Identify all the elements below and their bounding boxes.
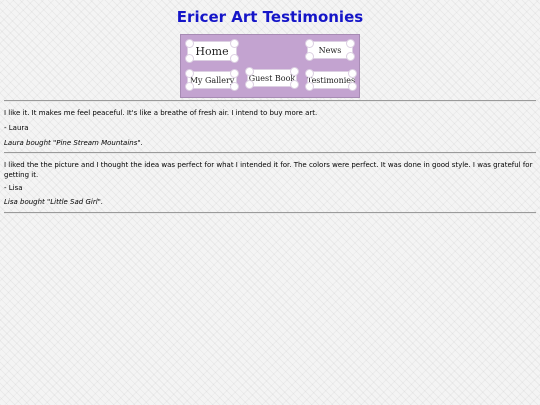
testimony-quote: I like it. It makes me feel peaceful. It… (4, 109, 318, 117)
nav-testimonies-button[interactable]: Testimonies (305, 69, 357, 91)
nav-panel: Home News My Gallery Guest Book Testimon… (180, 34, 360, 98)
nav-guestbook-button[interactable]: Guest Book (245, 67, 299, 89)
nav-home-label: Home (195, 44, 229, 58)
nav-news-label: News (318, 45, 342, 55)
nav-news-button[interactable]: News (305, 39, 355, 61)
testimony-purchase: Lisa bought "Little Sad Girl". (4, 198, 104, 206)
nav-gallery-button[interactable]: My Gallery (185, 69, 239, 91)
divider (4, 212, 536, 214)
divider (4, 152, 536, 154)
nav-home-button[interactable]: Home (185, 39, 239, 63)
testimony-quote: I liked the the picture and I thought th… (4, 161, 533, 179)
divider (4, 100, 536, 102)
nav-guestbook-label: Guest Book (248, 73, 296, 83)
nav-gallery-label: My Gallery (189, 75, 235, 85)
page-title: Ericer Art Testimonies (176, 8, 364, 26)
testimony-author: - Lisa (4, 184, 23, 192)
testimony-purchase: Laura bought "Pine Stream Mountains". (4, 139, 143, 147)
testimony-author: - Laura (4, 124, 29, 132)
